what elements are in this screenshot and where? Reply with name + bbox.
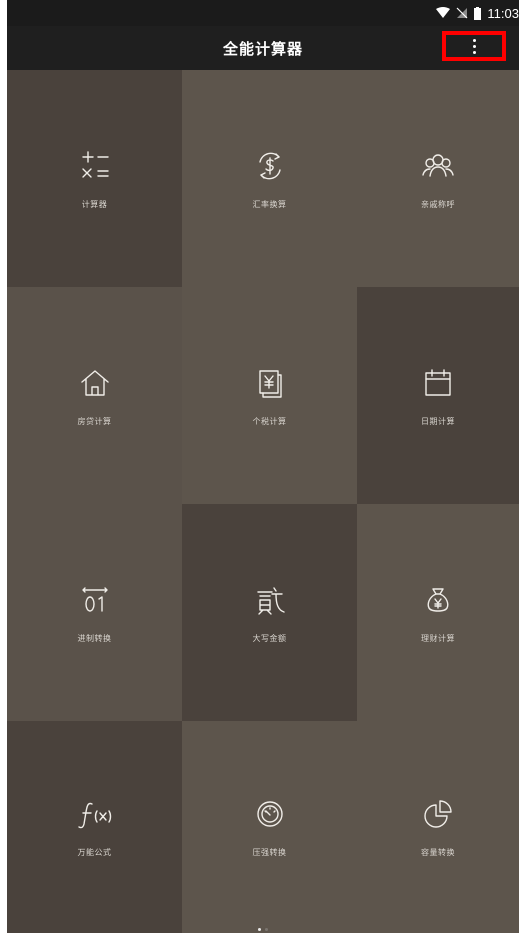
capital-amount-icon xyxy=(256,586,285,615)
tile-base-conversion[interactable]: 进制转换 xyxy=(7,504,182,721)
tile-currency-exchange[interactable]: 汇率换算 xyxy=(182,70,357,287)
binary-icon xyxy=(81,586,108,612)
tile-mortgage[interactable]: 房贷计算 xyxy=(7,287,182,504)
tile-label: 亲戚称呼 xyxy=(421,199,455,209)
tile-label: 个税计算 xyxy=(252,416,287,426)
tile-label: 容量转换 xyxy=(421,848,455,857)
more-vert-icon xyxy=(472,38,476,54)
page-dot-active xyxy=(258,928,261,931)
tile-label: 日期计算 xyxy=(421,416,455,426)
status-time: 11:03 xyxy=(487,5,519,21)
tile-date-calc[interactable]: 日期计算 xyxy=(357,287,519,504)
tile-label: 房贷计算 xyxy=(77,416,112,426)
calendar-icon xyxy=(425,368,451,396)
money-bag-icon xyxy=(427,587,449,612)
battery-icon xyxy=(474,6,482,20)
page-indicator xyxy=(7,928,519,931)
tile-label: 进制转换 xyxy=(77,633,112,643)
tile-label: 理财计算 xyxy=(421,633,455,643)
tile-label: 万能公式 xyxy=(77,848,112,857)
tile-finance[interactable]: 理财计算 xyxy=(357,504,519,721)
tile-formula[interactable]: 万能公式 xyxy=(7,721,182,933)
app-bar: 全能计算器 xyxy=(7,26,519,70)
tile-label: 大写金额 xyxy=(252,633,287,643)
page-dot xyxy=(265,928,268,931)
tile-calculator[interactable]: 计算器 xyxy=(7,70,182,287)
tile-income-tax[interactable]: 个税计算 xyxy=(182,287,357,504)
tile-relatives[interactable]: 亲戚称呼 xyxy=(357,70,519,287)
tool-grid: 计算器 汇率换算 亲戚称呼 房贷计算 个税计算 日期计算 进制转换 大写金额 理… xyxy=(7,70,519,933)
app-window: 11:03 全能计算器 计算器 汇率换算 亲戚称呼 房贷计算 个税计算 日期计算… xyxy=(7,0,519,933)
tile-label: 汇率换算 xyxy=(252,199,287,209)
tile-volume[interactable]: 容量转换 xyxy=(357,721,519,933)
pie-chart-icon xyxy=(424,800,452,828)
tax-document-icon xyxy=(258,369,282,398)
tile-label: 计算器 xyxy=(81,199,108,209)
status-bar: 11:03 xyxy=(7,0,519,26)
tile-label: 压强转换 xyxy=(252,848,287,857)
tile-pressure[interactable]: 压强转换 xyxy=(182,721,357,933)
pressure-gauge-icon xyxy=(256,801,283,827)
calculator-icon xyxy=(81,150,109,178)
wifi-icon xyxy=(436,7,451,18)
tile-capital-amount[interactable]: 大写金额 xyxy=(182,504,357,721)
relatives-icon xyxy=(422,153,454,177)
overflow-menu-button[interactable] xyxy=(442,31,506,61)
formula-icon xyxy=(77,802,111,829)
signal-icon xyxy=(456,7,468,19)
app-title: 全能计算器 xyxy=(222,39,303,58)
house-icon xyxy=(80,369,109,396)
currency-exchange-icon xyxy=(258,152,281,179)
